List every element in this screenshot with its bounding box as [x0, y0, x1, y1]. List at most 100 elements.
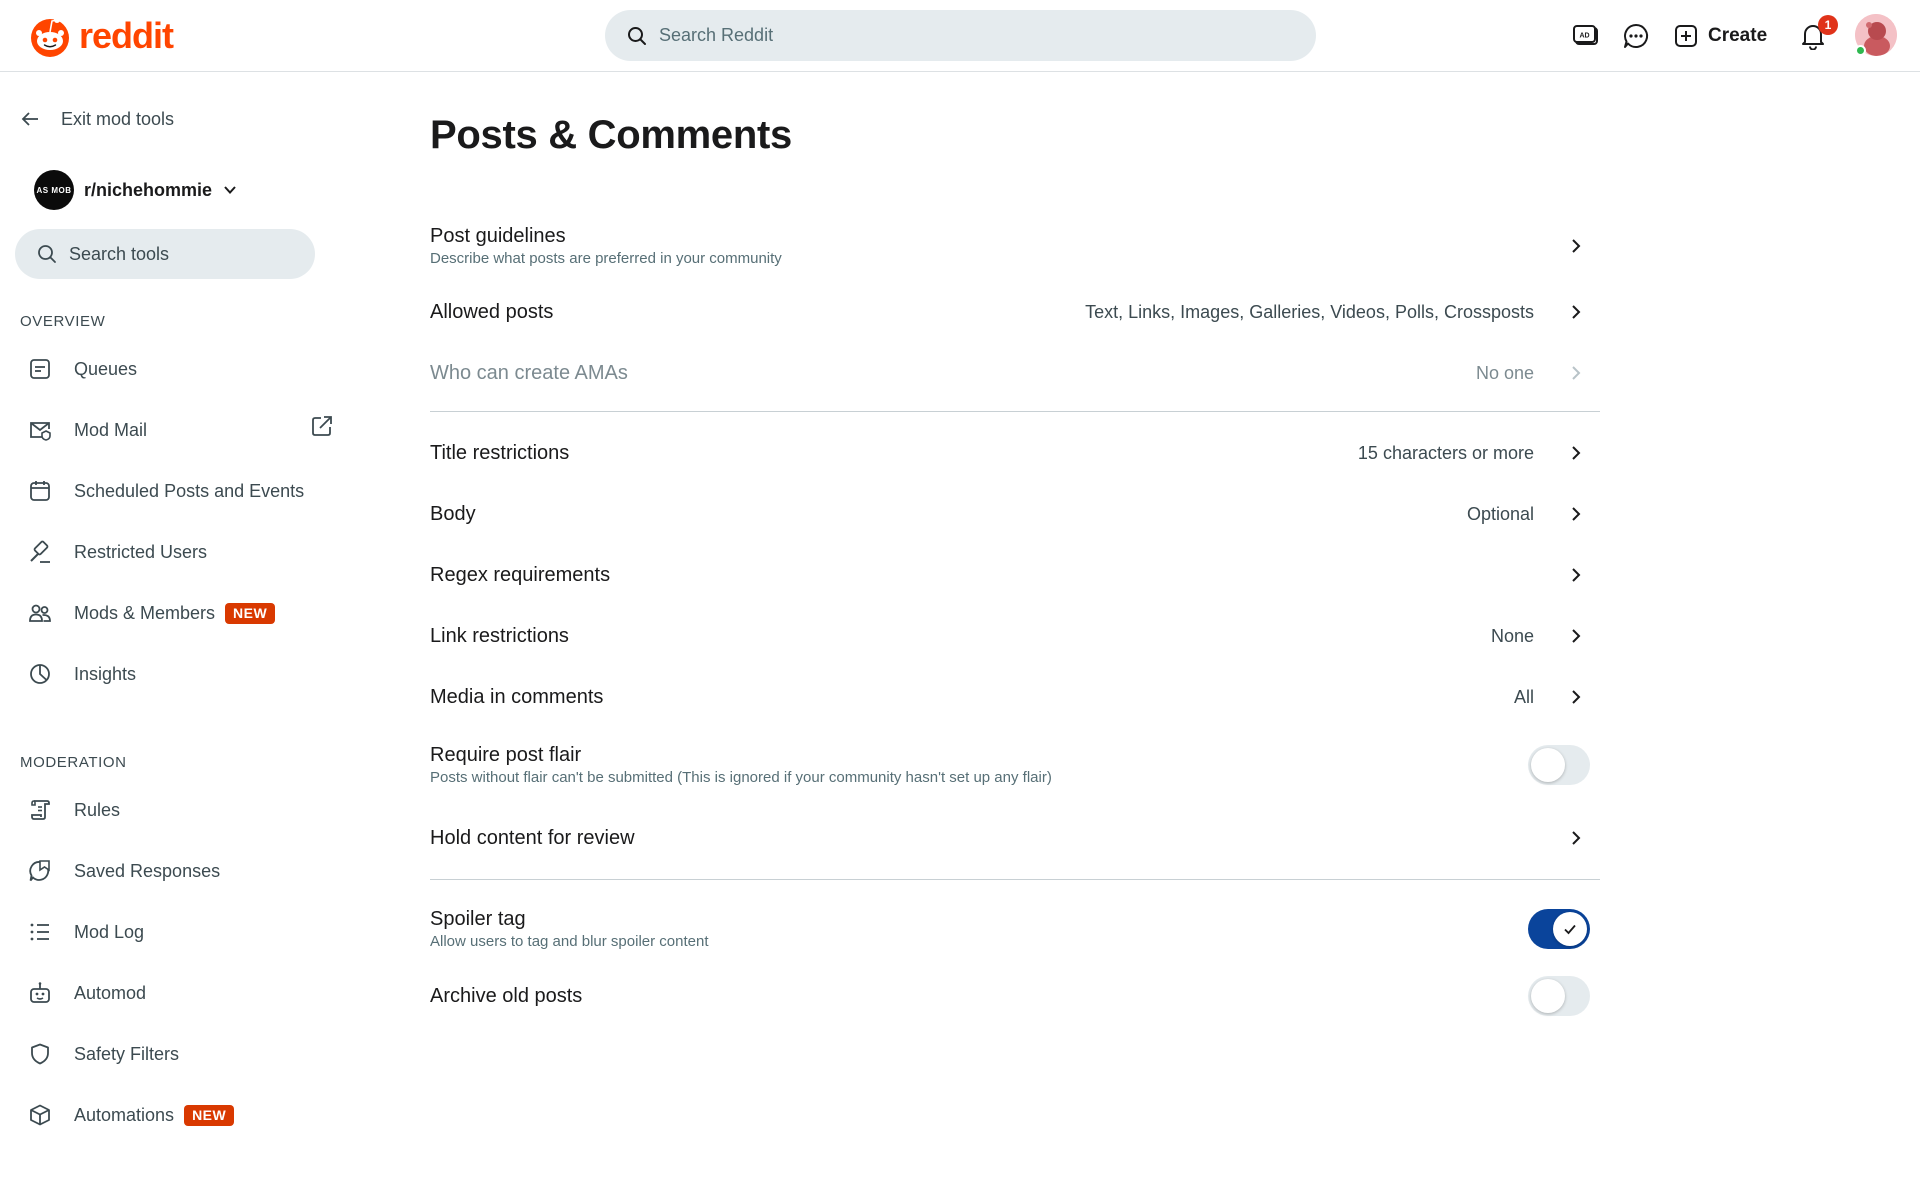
reddit-snoo-icon	[31, 17, 69, 57]
setting-spoiler-tag: Spoiler tag Allow users to tag and blur …	[430, 897, 1600, 961]
section-divider	[430, 879, 1600, 880]
queue-icon	[20, 349, 60, 389]
setting-value: Optional	[1466, 503, 1534, 524]
create-label: Create	[1708, 25, 1768, 46]
pie-chart-icon	[20, 654, 60, 694]
spoiler-tag-toggle[interactable]	[1528, 909, 1590, 949]
search-icon	[628, 26, 646, 45]
setting-body[interactable]: Body Optional	[430, 489, 1600, 539]
setting-title-restrictions[interactable]: Title restrictions 15 characters or more	[430, 428, 1600, 478]
sidebar-item-label: Automod	[74, 982, 147, 1003]
top-header: reddit AD Create 1	[0, 0, 1920, 72]
shield-icon	[20, 1034, 60, 1074]
require-post-flair-toggle[interactable]	[1528, 745, 1590, 785]
setting-title: Link restrictions	[430, 625, 569, 647]
reddit-logo[interactable]: reddit	[28, 14, 174, 58]
advertise-icon[interactable]: AD	[1570, 20, 1602, 52]
mod-mail-icon	[20, 410, 60, 450]
sidebar-item-label: Mods & Members	[74, 602, 216, 623]
external-link-icon[interactable]	[310, 414, 334, 438]
members-icon	[20, 593, 60, 633]
exit-mod-tools-label: Exit mod tools	[61, 108, 175, 129]
chevron-right-icon	[1562, 683, 1590, 711]
plus-square-icon	[1675, 25, 1697, 47]
saved-response-icon	[20, 851, 60, 891]
setting-title: Require post flair	[430, 744, 582, 766]
section-divider	[430, 411, 1600, 412]
mod-sidebar: Exit mod tools AS MOB r/nichehommie OVER…	[0, 73, 350, 1200]
setting-who-can-create-amas: Who can create AMAs No one	[430, 348, 1600, 398]
svg-text:AD: AD	[1579, 33, 1589, 40]
setting-title: Spoiler tag	[430, 908, 526, 930]
rules-scroll-icon	[20, 790, 60, 830]
chevron-right-icon	[1562, 561, 1590, 589]
exit-mod-tools-link[interactable]: Exit mod tools	[20, 101, 174, 137]
setting-allowed-posts[interactable]: Allowed posts Text, Links, Images, Galle…	[430, 287, 1600, 337]
list-icon	[20, 912, 60, 952]
sidebar-item-insights[interactable]: Insights	[20, 648, 340, 700]
overview-section-title: OVERVIEW	[20, 313, 106, 330]
sidebar-item-mods-members[interactable]: Mods & Members NEW	[20, 587, 340, 639]
chat-icon[interactable]	[1620, 20, 1652, 52]
search-icon	[38, 245, 56, 263]
setting-regex-requirements[interactable]: Regex requirements	[430, 550, 1600, 600]
sidebar-item-rules[interactable]: Rules	[20, 784, 340, 836]
archive-old-posts-toggle[interactable]	[1528, 976, 1590, 1016]
sidebar-item-mod-mail[interactable]: Mod Mail	[20, 404, 340, 456]
setting-title: Regex requirements	[430, 564, 611, 586]
new-badge: NEW	[225, 602, 276, 624]
community-switcher[interactable]: AS MOB r/nichehommie	[34, 169, 238, 211]
cube-icon	[20, 1095, 60, 1135]
setting-media-in-comments[interactable]: Media in comments All	[430, 672, 1600, 722]
chevron-right-icon	[1562, 439, 1590, 467]
tools-search-input[interactable]	[69, 243, 289, 265]
setting-value: None	[1490, 625, 1534, 646]
sidebar-item-label: Saved Responses	[74, 860, 221, 881]
setting-value: Text, Links, Images, Galleries, Videos, …	[1085, 301, 1534, 322]
sidebar-item-restricted-users[interactable]: Restricted Users	[20, 526, 340, 578]
create-button[interactable]: Create	[1674, 16, 1767, 56]
sidebar-item-label: Safety Filters	[74, 1043, 180, 1064]
setting-value: All	[1513, 686, 1534, 707]
chevron-down-icon	[224, 186, 236, 194]
sidebar-item-label: Insights	[74, 663, 137, 684]
setting-description: Posts without flair can't be submitted (…	[430, 769, 1052, 786]
sidebar-item-saved-responses[interactable]: Saved Responses	[20, 845, 340, 897]
setting-title: Post guidelines	[430, 225, 566, 247]
chevron-right-icon	[1562, 500, 1590, 528]
sidebar-item-label: Rules	[74, 799, 121, 820]
community-avatar: AS MOB	[34, 170, 74, 210]
toggle-knob	[1531, 748, 1565, 782]
search-input[interactable]	[659, 25, 1259, 46]
sidebar-item-automod[interactable]: Automod	[20, 967, 340, 1019]
search-bar[interactable]	[605, 10, 1316, 61]
sidebar-item-queues[interactable]: Queues	[20, 343, 340, 395]
sidebar-item-label: Mod Log	[74, 921, 145, 942]
sidebar-item-scheduled-posts[interactable]: Scheduled Posts and Events	[20, 465, 340, 517]
setting-title: Who can create AMAs	[430, 362, 628, 384]
chevron-right-icon	[1562, 359, 1590, 387]
setting-link-restrictions[interactable]: Link restrictions None	[430, 611, 1600, 661]
chevron-right-icon	[1562, 298, 1590, 326]
setting-title: Title restrictions	[430, 442, 570, 464]
robot-icon	[20, 973, 60, 1013]
setting-title: Allowed posts	[430, 301, 554, 323]
setting-description: Describe what posts are preferred in you…	[430, 250, 782, 267]
page-title: Posts & Comments	[430, 113, 792, 157]
logo-text: reddit	[79, 15, 174, 56]
setting-require-post-flair: Require post flair Posts without flair c…	[430, 733, 1600, 797]
sidebar-item-automations[interactable]: Automations NEW	[20, 1089, 340, 1141]
setting-post-guidelines[interactable]: Post guidelines Describe what posts are …	[430, 216, 1600, 276]
chevron-right-icon	[1562, 622, 1590, 650]
setting-title: Archive old posts	[430, 985, 583, 1007]
calendar-icon	[20, 471, 60, 511]
moderation-section-title: MODERATION	[20, 754, 127, 771]
sidebar-item-mod-log[interactable]: Mod Log	[20, 906, 340, 958]
setting-hold-content-for-review[interactable]: Hold content for review	[430, 813, 1600, 863]
checkmark-icon	[1564, 924, 1576, 935]
new-badge: NEW	[184, 1104, 235, 1126]
sidebar-item-safety-filters[interactable]: Safety Filters	[20, 1028, 340, 1080]
tools-search-bar[interactable]	[15, 229, 315, 279]
arrow-left-icon	[21, 112, 38, 126]
gavel-icon	[20, 532, 60, 572]
